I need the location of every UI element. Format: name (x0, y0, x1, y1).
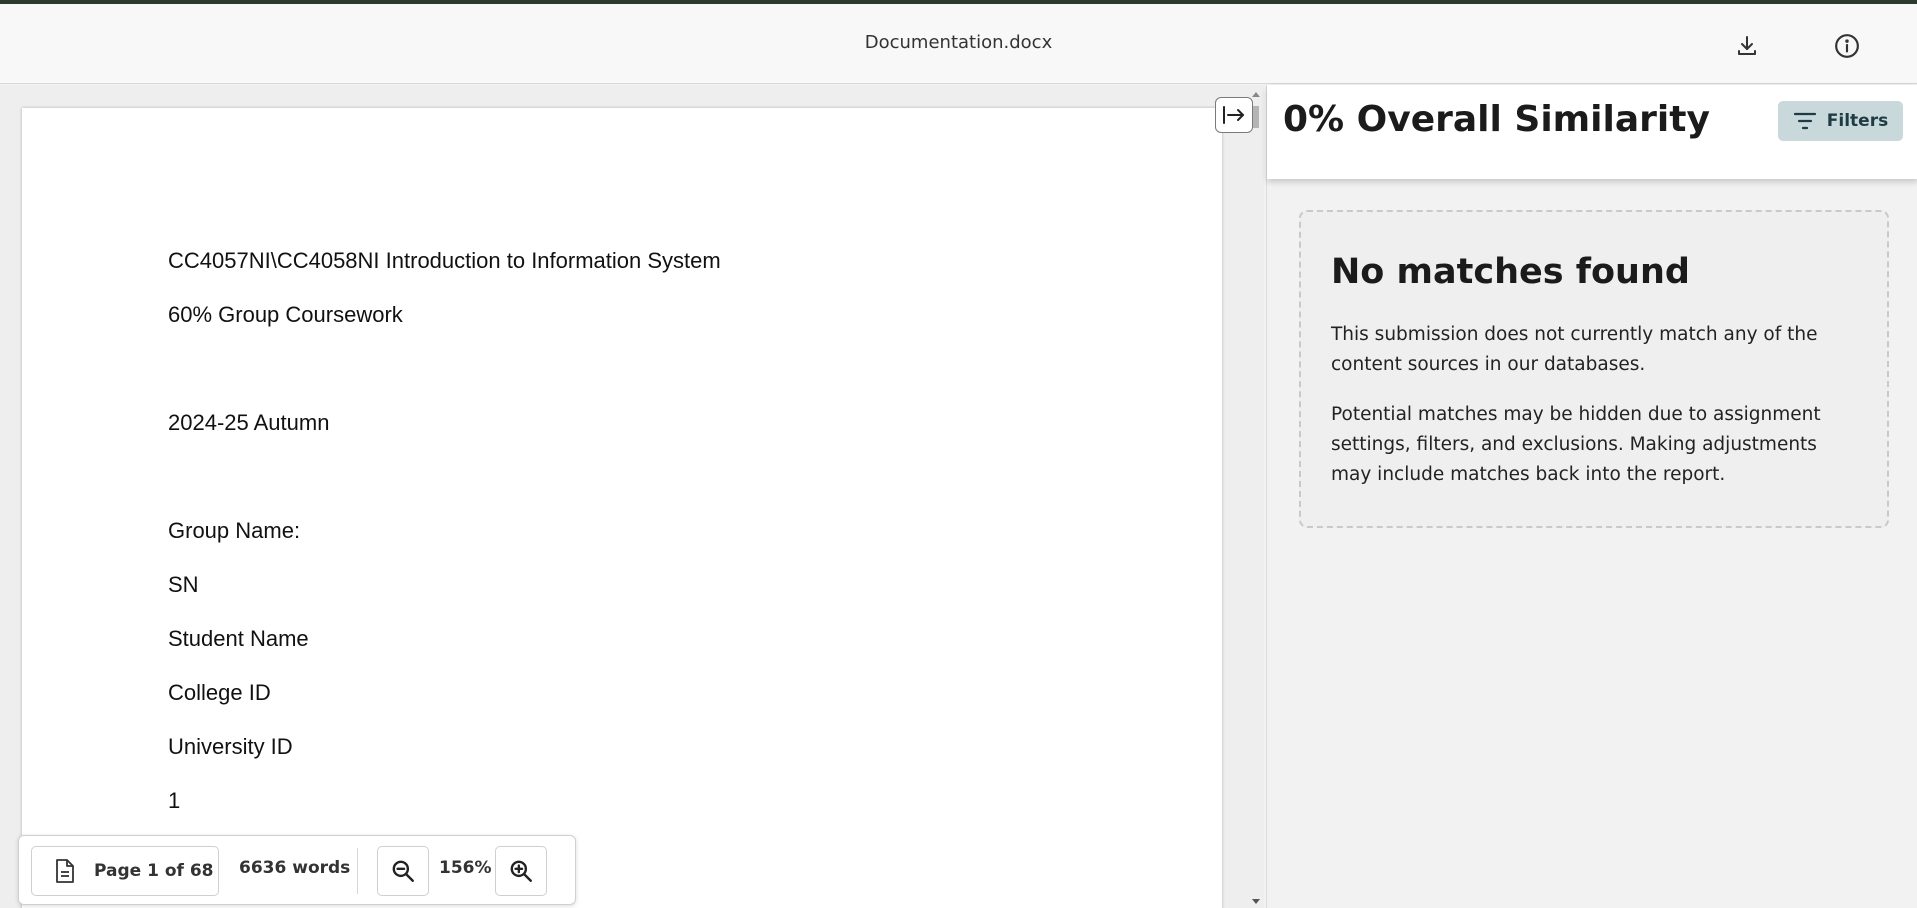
toolbar-divider (357, 848, 358, 894)
filters-button[interactable]: Filters (1778, 101, 1903, 141)
info-button[interactable] (1829, 28, 1865, 64)
overall-similarity-title: 0% Overall Similarity (1283, 99, 1710, 140)
page-indicator-label: Page 1 of 68 (94, 861, 214, 881)
scroll-up-arrow[interactable] (1252, 92, 1260, 97)
filters-label: Filters (1826, 111, 1889, 131)
no-matches-title: No matches found (1331, 252, 1690, 292)
download-button[interactable] (1729, 28, 1765, 64)
zoom-out-icon (392, 860, 414, 882)
filter-icon (1793, 112, 1816, 130)
doc-line-university-id: University ID (168, 734, 293, 759)
doc-line-college-id: College ID (168, 680, 271, 705)
document-scrollbar[interactable] (1250, 92, 1262, 908)
document-title: Documentation.docx (864, 32, 1053, 53)
collapse-panel-icon (1223, 106, 1244, 124)
document-icon (56, 859, 74, 883)
doc-line-number: 1 (168, 788, 181, 813)
app-header: Documentation.docx (0, 4, 1917, 84)
no-matches-description: This submission does not currently match… (1331, 324, 1818, 375)
zoom-in-button[interactable] (495, 846, 547, 896)
doc-line-coursework: 60% Group Coursework (168, 302, 403, 327)
document-viewer[interactable]: CC4057NI\CC4058NI Introduction to Inform… (0, 85, 1264, 908)
scroll-down-arrow[interactable] (1252, 899, 1260, 904)
doc-line-sn: SN (168, 572, 199, 597)
document-toolbar: Page 1 of 68 6636 words 156% (18, 835, 576, 905)
page-indicator-button[interactable]: Page 1 of 68 (31, 846, 219, 896)
similarity-panel-header: 0% Overall Similarity Filters (1267, 85, 1917, 179)
zoom-level: 156% (439, 858, 492, 878)
no-matches-hint: Potential matches may be hidden due to a… (1331, 404, 1821, 485)
doc-line-group-name: Group Name: (168, 518, 301, 543)
document-page: CC4057NI\CC4058NI Introduction to Inform… (22, 108, 1222, 908)
zoom-in-icon (510, 860, 532, 882)
zoom-out-button[interactable] (377, 846, 429, 896)
word-count: 6636 words (239, 858, 351, 878)
collapse-panel-button[interactable] (1215, 97, 1253, 133)
scroll-thumb[interactable] (1253, 106, 1259, 128)
similarity-panel: 0% Overall Similarity Filters No matches… (1266, 85, 1917, 908)
doc-line-term: 2024-25 Autumn (168, 410, 330, 435)
doc-line-course: CC4057NI\CC4058NI Introduction to Inform… (168, 248, 721, 273)
info-icon (1835, 34, 1859, 58)
doc-line-student-name: Student Name (168, 626, 309, 651)
download-icon (1738, 36, 1756, 55)
no-matches-card: No matches found This submission does no… (1299, 210, 1889, 528)
